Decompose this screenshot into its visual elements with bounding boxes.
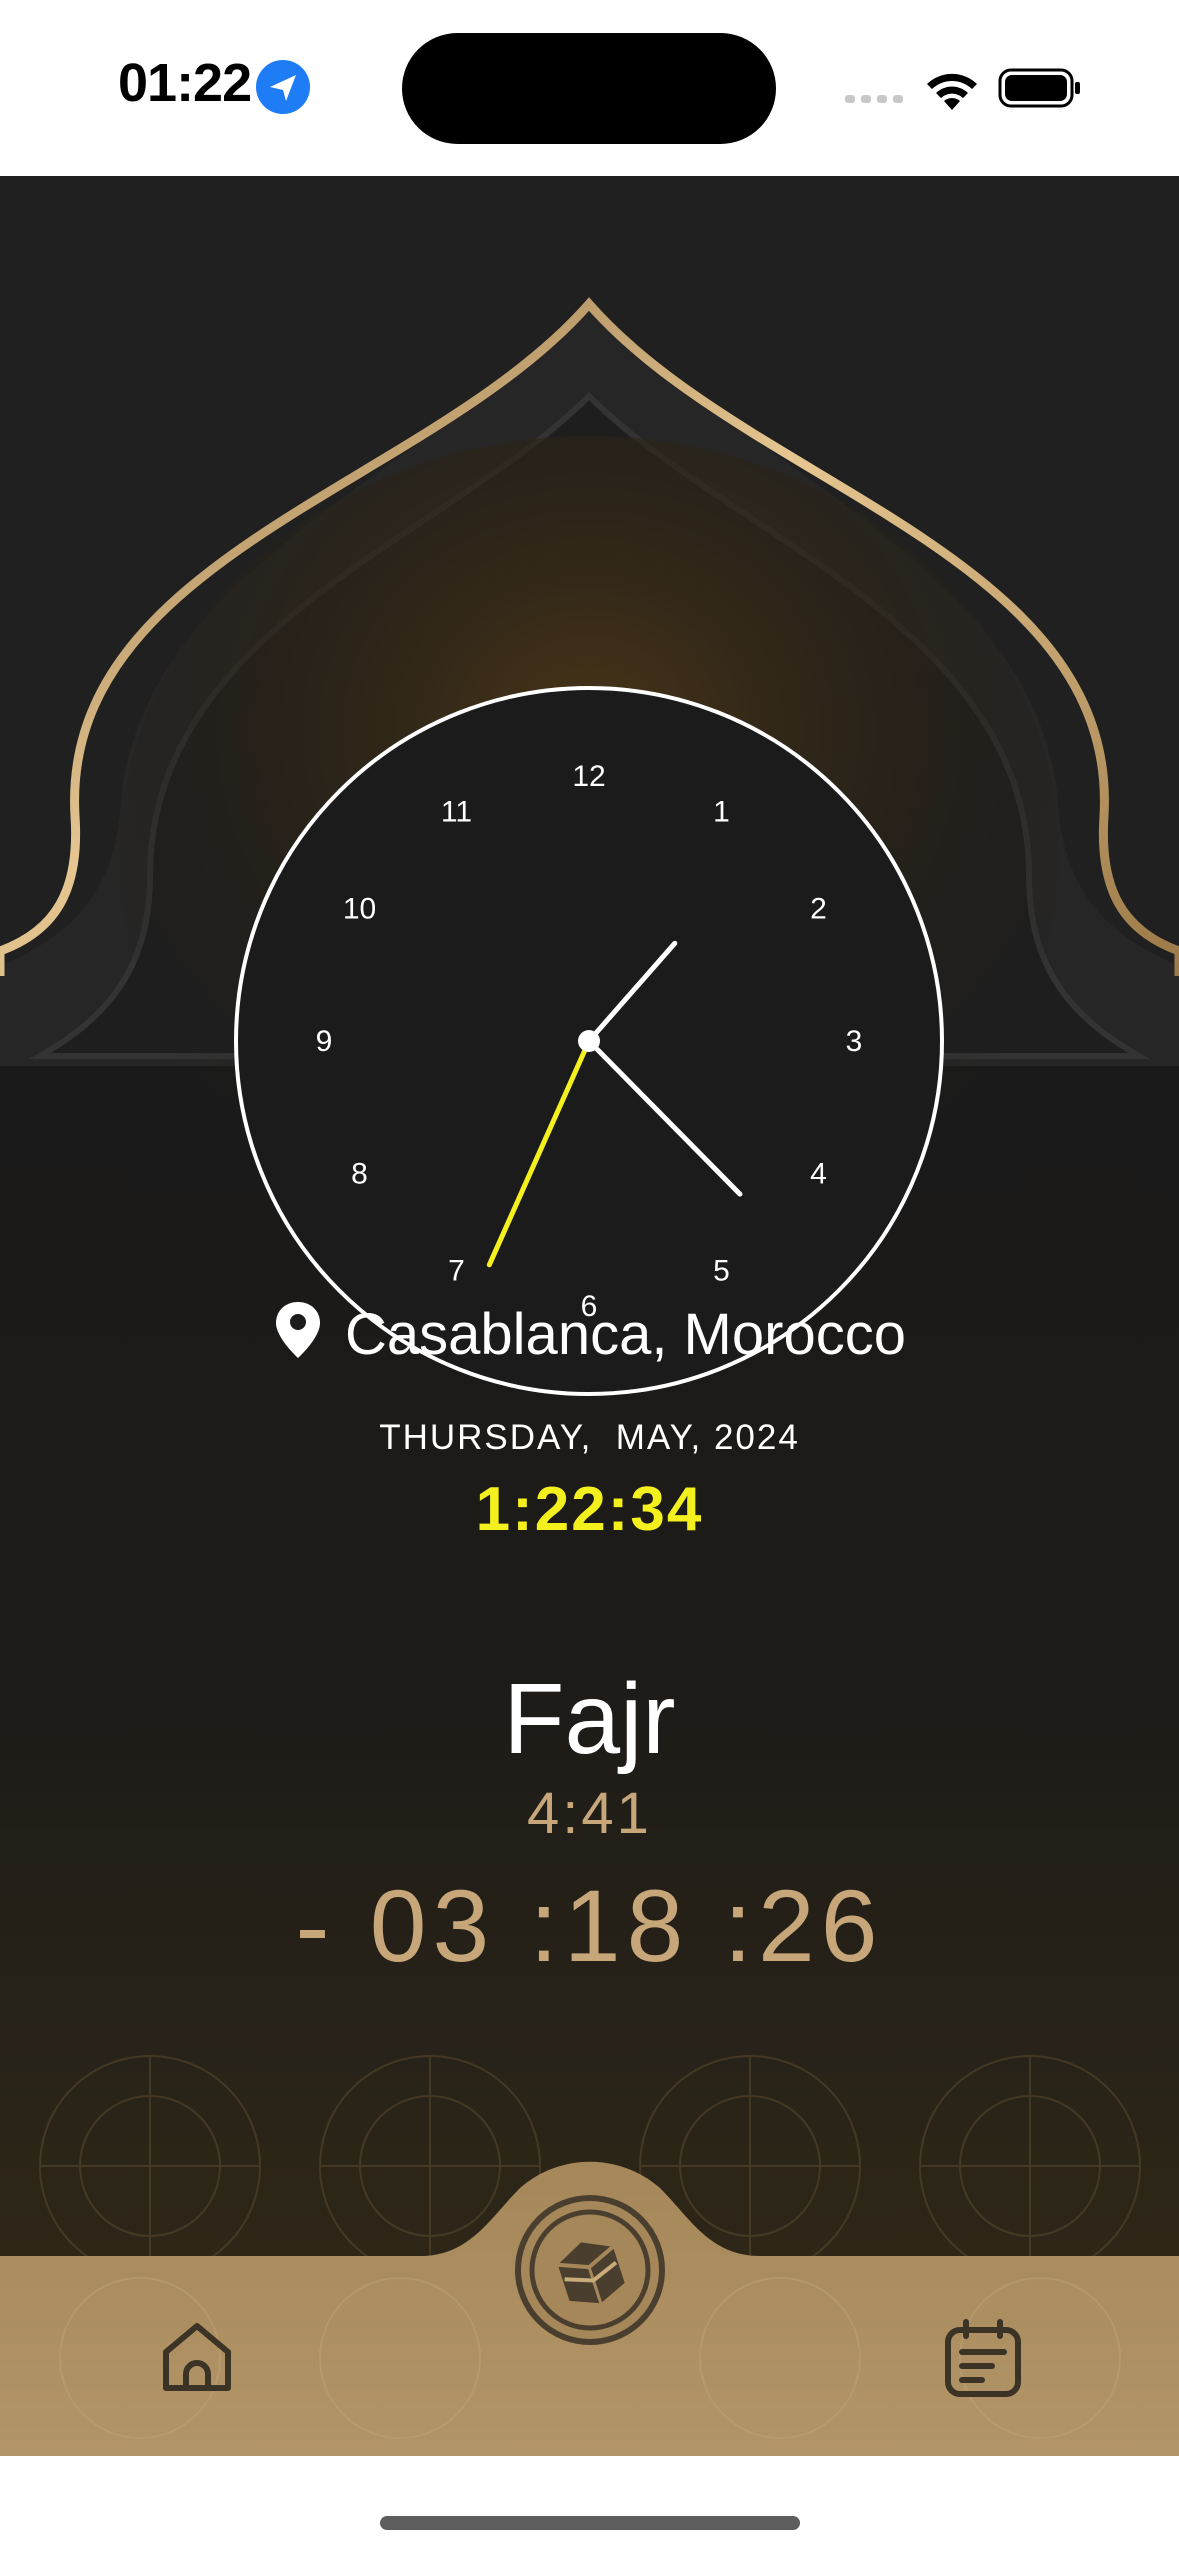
location-label: Casablanca, Morocco [345, 1302, 906, 1367]
prayer-countdown: - 03 :18 :26 [295, 1869, 884, 1983]
status-time: 01:22 [118, 53, 252, 113]
cellular-signal-icon [845, 95, 903, 103]
battery-icon [998, 68, 1080, 108]
wifi-icon [927, 73, 977, 110]
clock-numeral: 11 [441, 796, 472, 829]
home-indicator[interactable] [380, 2516, 800, 2530]
clock-numeral: 10 [343, 893, 376, 926]
kaaba-qibla-icon[interactable] [513, 2193, 667, 2347]
location-arrow-icon [256, 60, 310, 114]
home-indicator-area [0, 2456, 1179, 2556]
dynamic-island [402, 33, 776, 144]
clock-center-dot [578, 1030, 600, 1052]
next-prayer-time: 4:41 [527, 1781, 652, 1846]
calendar-icon[interactable] [942, 2318, 1024, 2400]
home-icon[interactable] [158, 2318, 236, 2396]
location-row[interactable]: Casablanca, Morocco [0, 1300, 1179, 1368]
clock-numeral: 5 [713, 1254, 730, 1287]
clock-numeral: 2 [810, 893, 827, 926]
clock-numeral: 8 [351, 1158, 368, 1191]
clock-numeral: 1 [713, 796, 730, 829]
current-time: 1:22:34 [475, 1475, 704, 1544]
clock-numeral: 7 [448, 1254, 465, 1287]
main-screen: 12 1 2 3 4 5 6 7 8 9 10 11 Casablanca, Morocco THUR… [0, 176, 1179, 2256]
date-label: THURSDAY, MAY, 2024 [379, 1418, 800, 1457]
map-pin-icon [276, 1302, 321, 1358]
clock-numeral: 12 [572, 760, 605, 793]
clock-numeral: 3 [846, 1025, 863, 1058]
analog-clock: 121234567891011 [234, 686, 944, 1396]
status-bar: 01:22 [0, 0, 1179, 176]
next-prayer-name: Fajr [503, 1663, 676, 1775]
clock-numeral: 4 [810, 1158, 827, 1191]
clock-numeral: 9 [316, 1025, 333, 1058]
